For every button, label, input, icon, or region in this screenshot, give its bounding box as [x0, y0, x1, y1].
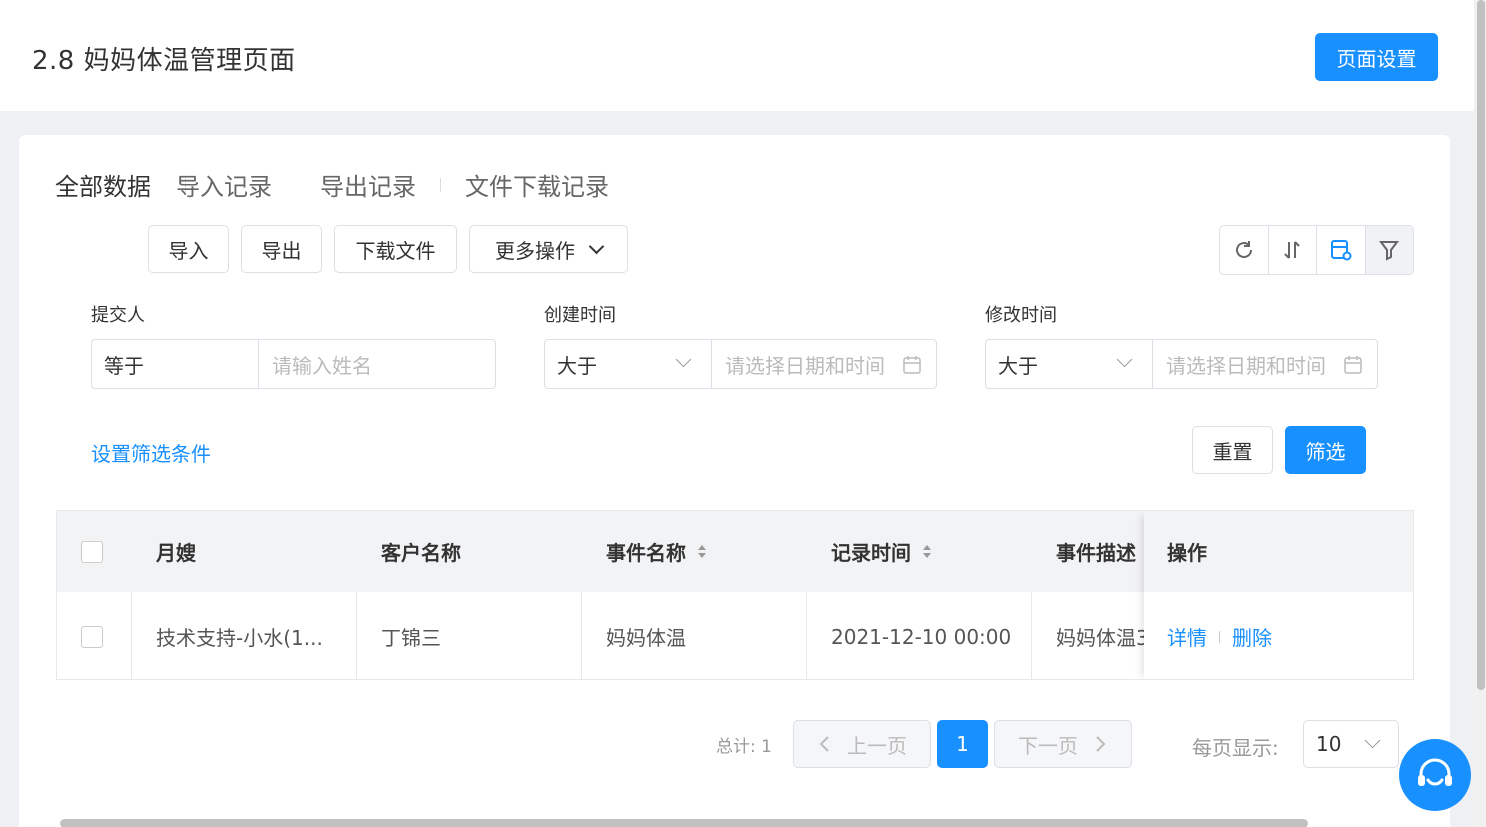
sort-icon[interactable] — [1269, 226, 1317, 274]
export-button[interactable]: 导出 — [241, 225, 322, 273]
filter-icon[interactable] — [1365, 226, 1413, 274]
submitter-input[interactable]: 请输入姓名 — [259, 340, 495, 388]
modified-time-placeholder: 请选择日期和时间 — [1166, 353, 1326, 378]
next-page-label: 下一页 — [1018, 733, 1078, 758]
customer-support-button[interactable] — [1399, 739, 1471, 811]
created-time-operator-value: 大于 — [557, 353, 597, 378]
submitter-operator-select[interactable]: 等于 — [92, 340, 259, 388]
tab-import-records[interactable]: 导入记录 — [176, 167, 272, 202]
chevron-down-icon — [675, 351, 692, 368]
tab-export-records[interactable]: 导出记录 — [320, 167, 416, 202]
prev-page-button[interactable]: 上一页 — [793, 720, 931, 768]
per-page-label: 每页显示: — [1192, 736, 1279, 760]
page-1-button[interactable]: 1 — [937, 720, 988, 768]
column-header-nanny: 月嫂 — [156, 541, 196, 565]
per-page-select[interactable]: 10 — [1303, 720, 1399, 768]
apply-filter-button[interactable]: 筛选 — [1285, 426, 1366, 474]
chevron-down-icon — [1364, 732, 1381, 749]
data-table: 月嫂 客户名称 事件名称 记录时间 事件描述 技术支持-小水(1... 丁锦三 … — [56, 510, 1414, 680]
more-actions-label: 更多操作 — [495, 238, 575, 263]
toolbar: 新增 导入 导出 下载文件 更多操作 — [55, 225, 640, 273]
action-divider — [1219, 630, 1220, 643]
chevron-down-icon — [588, 238, 605, 254]
filter-label-modified-time: 修改时间 — [985, 305, 1057, 326]
filter-created-time: 大于 请选择日期和时间 — [544, 339, 937, 389]
created-time-operator-select[interactable]: 大于 — [545, 340, 712, 388]
created-time-placeholder: 请选择日期和时间 — [725, 353, 885, 378]
import-button[interactable]: 导入 — [148, 225, 229, 273]
filter-submitter: 等于 请输入姓名 — [91, 339, 496, 389]
row-checkbox-cell — [57, 592, 132, 679]
calendar-icon — [903, 356, 921, 374]
main-card: 全部数据 导入记录 导出记录 文件下载记录 新增 导入 导出 下载文件 更多操作 — [19, 135, 1450, 827]
calendar-icon — [1344, 356, 1362, 374]
tab-all-data[interactable]: 全部数据 — [55, 167, 151, 202]
chevron-right-icon — [1096, 736, 1106, 752]
vertical-scrollbar[interactable] — [1474, 0, 1486, 827]
sort-icon[interactable] — [923, 545, 931, 558]
filter-label-created-time: 创建时间 — [544, 305, 616, 326]
created-time-date-picker[interactable]: 请选择日期和时间 — [712, 340, 936, 388]
column-header-time[interactable]: 记录时间 — [831, 511, 931, 592]
detail-link[interactable]: 详情 — [1167, 622, 1207, 651]
column-header-customer: 客户名称 — [381, 541, 461, 565]
horizontal-scrollbar-thumb[interactable] — [60, 819, 1308, 827]
column-header-description: 事件描述 — [1056, 541, 1136, 565]
reset-button[interactable]: 重置 — [1192, 426, 1273, 474]
page-header: 2.8 妈妈体温管理页面 页面设置 — [0, 0, 1474, 111]
cell-description: 妈妈体温3 — [1032, 592, 1152, 679]
modified-time-operator-select[interactable]: 大于 — [986, 340, 1153, 388]
tab-divider — [440, 177, 441, 192]
filter-modified-time: 大于 请选择日期和时间 — [985, 339, 1378, 389]
cell-customer: 丁锦三 — [357, 592, 582, 679]
sort-icon[interactable] — [698, 545, 706, 558]
column-settings-icon[interactable] — [1317, 226, 1366, 274]
more-actions-button[interactable]: 更多操作 — [469, 225, 628, 273]
select-all-checkbox-cell — [81, 511, 103, 592]
next-page-button[interactable]: 下一页 — [994, 720, 1132, 768]
column-header-time-label: 记录时间 — [831, 541, 911, 565]
actions-column: 操作 详情 删除 — [1144, 511, 1413, 679]
tab-file-download-records[interactable]: 文件下载记录 — [465, 167, 609, 202]
filter-label-submitter: 提交人 — [91, 305, 145, 326]
row-checkbox[interactable] — [81, 625, 103, 648]
chevron-left-icon — [819, 736, 829, 752]
column-header-actions: 操作 — [1144, 511, 1413, 592]
add-button[interactable]: 新增 — [55, 225, 136, 273]
vertical-scrollbar-thumb[interactable] — [1477, 0, 1485, 690]
chevron-down-icon — [1116, 351, 1133, 368]
set-filter-conditions-link[interactable]: 设置筛选条件 — [91, 438, 211, 467]
column-header-event[interactable]: 事件名称 — [606, 511, 706, 592]
page-title: 2.8 妈妈体温管理页面 — [32, 46, 296, 76]
table-tools — [1219, 225, 1414, 275]
column-header-event-label: 事件名称 — [606, 541, 686, 565]
delete-link[interactable]: 删除 — [1232, 622, 1272, 651]
total-count: 总计: 1 — [716, 737, 772, 757]
cell-time: 2021-12-10 00:00 — [807, 592, 1032, 679]
cell-event: 妈妈体温 — [582, 592, 807, 679]
per-page-value: 10 — [1316, 732, 1342, 756]
row-actions-cell: 详情 删除 — [1144, 592, 1413, 679]
modified-time-operator-value: 大于 — [998, 353, 1038, 378]
download-file-button[interactable]: 下载文件 — [334, 225, 457, 273]
select-all-checkbox[interactable] — [81, 540, 103, 563]
headset-icon — [1418, 758, 1452, 786]
modified-time-date-picker[interactable]: 请选择日期和时间 — [1153, 340, 1377, 388]
prev-page-label: 上一页 — [847, 733, 907, 758]
cell-nanny: 技术支持-小水(1... — [132, 592, 357, 679]
refresh-icon[interactable] — [1220, 226, 1269, 274]
page-settings-button[interactable]: 页面设置 — [1315, 33, 1438, 81]
tab-bar: 全部数据 导入记录 导出记录 文件下载记录 — [55, 167, 609, 202]
